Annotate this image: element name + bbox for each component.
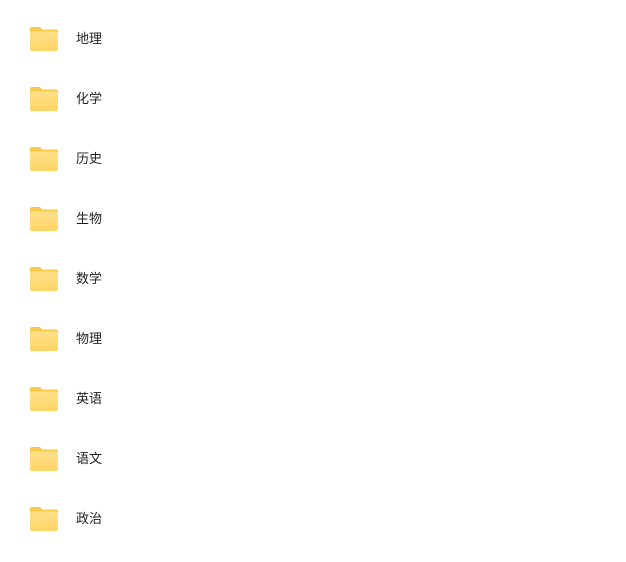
folder-icon	[29, 446, 59, 472]
folder-item-wuli[interactable]: 物理	[0, 320, 626, 360]
folder-label: 英语	[76, 392, 103, 407]
folder-label: 地理	[76, 32, 103, 47]
folder-icon	[29, 326, 59, 352]
folder-item-yingyu[interactable]: 英语	[0, 380, 626, 420]
folder-label: 化学	[76, 92, 103, 107]
folder-icon	[29, 206, 59, 232]
folder-label: 生物	[76, 212, 103, 227]
folder-item-huaxue[interactable]: 化学	[0, 80, 626, 120]
folder-label: 政治	[76, 512, 103, 527]
folder-label: 语文	[76, 452, 103, 467]
folder-item-shuxue[interactable]: 数学	[0, 260, 626, 300]
folder-label: 数学	[76, 272, 103, 287]
folder-icon	[29, 506, 59, 532]
folder-label: 物理	[76, 332, 103, 347]
folder-item-shengwu[interactable]: 生物	[0, 200, 626, 240]
folder-icon	[29, 86, 59, 112]
folder-icon	[29, 146, 59, 172]
folder-icon	[29, 386, 59, 412]
folder-list: 地理 化学 历史 生物 数学 物理 英语 语文 政治	[0, 0, 626, 562]
folder-item-yuwen[interactable]: 语文	[0, 440, 626, 480]
folder-item-zhengzhi[interactable]: 政治	[0, 500, 626, 540]
folder-label: 历史	[76, 152, 103, 167]
folder-item-dili[interactable]: 地理	[0, 20, 626, 60]
folder-item-lishi[interactable]: 历史	[0, 140, 626, 180]
folder-icon	[29, 266, 59, 292]
folder-icon	[29, 26, 59, 52]
